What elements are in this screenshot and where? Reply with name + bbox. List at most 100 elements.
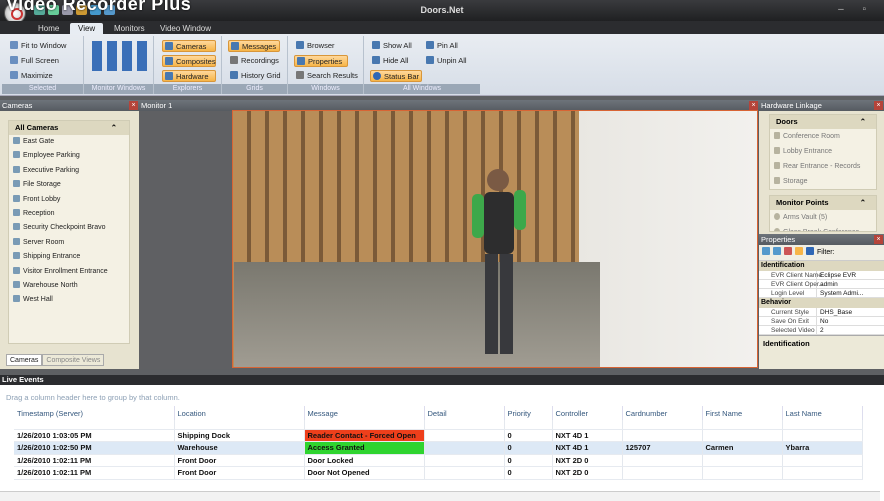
window-controls[interactable]: – ▫	[838, 4, 874, 15]
unpin-all-label: Unpin All	[437, 56, 467, 65]
properties-button[interactable]: Properties	[294, 55, 348, 67]
pin-all-button[interactable]: Pin All	[424, 40, 458, 52]
horizontal-scrollbar[interactable]	[0, 491, 880, 501]
camera-item[interactable]: Warehouse North	[9, 279, 129, 293]
hide-all-button[interactable]: Hide All	[370, 55, 408, 67]
tab-composite-views[interactable]: Composite Views	[42, 354, 105, 366]
camera-item[interactable]: Executive Parking	[9, 164, 129, 178]
show-all-button[interactable]: Show All	[370, 40, 412, 52]
camera-item[interactable]: Security Checkpoint Bravo	[9, 221, 129, 235]
property-row[interactable]: Current Style DHS_Base	[759, 308, 884, 317]
recordings-button[interactable]: Recordings	[228, 55, 279, 67]
door-item[interactable]: Conference Room	[770, 129, 876, 144]
property-value[interactable]: No	[817, 318, 828, 325]
tab-cameras[interactable]: Cameras	[6, 354, 43, 366]
history-grid-button[interactable]: History Grid	[228, 70, 281, 82]
filter-cell[interactable]	[622, 420, 703, 430]
hardware-explorer-button[interactable]: Hardware	[162, 70, 216, 82]
close-icon[interactable]: ×	[874, 101, 883, 110]
close-icon[interactable]: ×	[874, 235, 883, 244]
column-header-0[interactable]: Timestamp (Server)	[14, 406, 175, 420]
monitor-layout-icons[interactable]	[92, 41, 148, 71]
camera-item[interactable]: Shipping Entrance	[9, 250, 129, 264]
edit-icon[interactable]	[795, 247, 803, 255]
cameras-explorer-label: Cameras	[176, 42, 207, 51]
property-value[interactable]: admin	[817, 281, 838, 288]
filter-cell[interactable]	[174, 420, 305, 430]
property-value[interactable]: Eclipse EVR	[817, 272, 856, 279]
composites-explorer-button[interactable]: Composites	[162, 55, 216, 67]
property-row[interactable]: EVR Client NameEclipse EVR	[759, 271, 884, 280]
status-bar-button[interactable]: Status Bar	[370, 70, 422, 82]
filter-cell[interactable]	[304, 420, 425, 430]
column-header-3[interactable]: Detail	[424, 406, 505, 420]
collapse-icon[interactable]: ⌃	[860, 196, 866, 210]
property-value[interactable]: 2	[817, 327, 824, 334]
column-header-2[interactable]: Message	[304, 406, 425, 420]
door-item[interactable]: Rear Entrance - Records	[770, 159, 876, 174]
filter-row[interactable]	[14, 420, 863, 430]
all-cameras-header[interactable]: All Cameras ⌃	[9, 121, 129, 135]
column-header-4[interactable]: Priority	[504, 406, 553, 420]
tab-monitors[interactable]: Monitors	[106, 23, 153, 34]
properties-category-identification[interactable]: Identification	[759, 261, 884, 271]
table-row[interactable]: 1/26/2010 1:03:05 PM Shipping Dock Reader …	[14, 429, 863, 442]
property-row[interactable]: Save On Exit No	[759, 317, 884, 326]
collapse-icon[interactable]: ⌃	[860, 115, 866, 129]
tab-home[interactable]: Home	[30, 23, 67, 34]
property-row[interactable]: EVR Client Oper...admin	[759, 280, 884, 289]
delete-icon[interactable]	[784, 247, 792, 255]
doors-header[interactable]: Doors ⌃	[770, 115, 876, 129]
categorized-icon[interactable]	[762, 247, 770, 255]
camera-item[interactable]: Front Lobby	[9, 193, 129, 207]
property-value[interactable]: System Admi...	[817, 290, 863, 297]
filter-cell[interactable]	[782, 420, 863, 430]
filter-cell[interactable]	[424, 420, 505, 430]
group-by-hint[interactable]: Drag a column header here to group by th…	[6, 393, 180, 402]
close-icon[interactable]: ×	[129, 101, 138, 110]
table-row[interactable]: 1/26/2010 1:02:11 PM Front Door Door Locke…	[14, 454, 863, 467]
browser-button[interactable]: Browser	[294, 40, 335, 52]
camera-item-label: File Storage	[23, 181, 61, 189]
camera-item[interactable]: Reception	[9, 207, 129, 221]
properties-category-behavior[interactable]: Behavior	[759, 298, 884, 308]
cameras-explorer-button[interactable]: Cameras	[162, 40, 216, 52]
door-item[interactable]: Storage	[770, 174, 876, 189]
column-header-8[interactable]: Last Name	[782, 406, 863, 420]
filter-cell[interactable]	[702, 420, 783, 430]
tab-view[interactable]: View	[70, 23, 104, 34]
full-screen-button[interactable]: Full Screen	[8, 55, 59, 67]
camera-item[interactable]: File Storage	[9, 178, 129, 192]
table-row[interactable]: 1/26/2010 1:02:11 PM Front Door Door Not O…	[14, 466, 863, 480]
monitor-points-header[interactable]: Monitor Points ⌃	[770, 196, 876, 210]
close-icon[interactable]: ×	[749, 101, 758, 110]
unpin-all-button[interactable]: Unpin All	[424, 55, 467, 67]
filter-cell[interactable]	[552, 420, 623, 430]
tab-video-window[interactable]: Video Window	[152, 23, 219, 34]
filter-cell[interactable]	[504, 420, 553, 430]
table-row[interactable]: 1/26/2010 1:02:50 PM Warehouse Access Gran…	[14, 441, 863, 455]
maximize-button[interactable]: Maximize	[8, 70, 53, 82]
fit-to-window-button[interactable]: Fit to Window	[8, 40, 66, 52]
camera-item[interactable]: East Gate	[9, 135, 129, 149]
column-header-5[interactable]: Controller	[552, 406, 623, 420]
property-value[interactable]: DHS_Base	[817, 309, 852, 316]
camera-item[interactable]: West Hall	[9, 293, 129, 307]
save-icon[interactable]	[806, 247, 814, 255]
camera-item[interactable]: Employee Parking	[9, 149, 129, 163]
sort-az-icon[interactable]	[773, 247, 781, 255]
camera-item[interactable]: Visitor Enrollment Entrance	[9, 265, 129, 279]
column-header-1[interactable]: Location	[174, 406, 305, 420]
column-header-7[interactable]: First Name	[702, 406, 783, 420]
monitor-point-item[interactable]: Glass Break Conference	[770, 225, 876, 231]
door-item[interactable]: Lobby Entrance	[770, 144, 876, 159]
camera-item[interactable]: Server Room	[9, 236, 129, 250]
collapse-icon[interactable]: ⌃	[111, 121, 117, 135]
monitor-point-item[interactable]: Arms Vault (5)	[770, 210, 876, 225]
search-results-button[interactable]: Search Results	[294, 70, 358, 82]
filter-cell[interactable]	[14, 420, 175, 430]
messages-button[interactable]: Messages	[228, 40, 280, 52]
property-row[interactable]: Login Level System Admi...	[759, 289, 884, 298]
property-row[interactable]: Selected Video 2	[759, 326, 884, 335]
column-header-6[interactable]: Cardnumber	[622, 406, 703, 420]
